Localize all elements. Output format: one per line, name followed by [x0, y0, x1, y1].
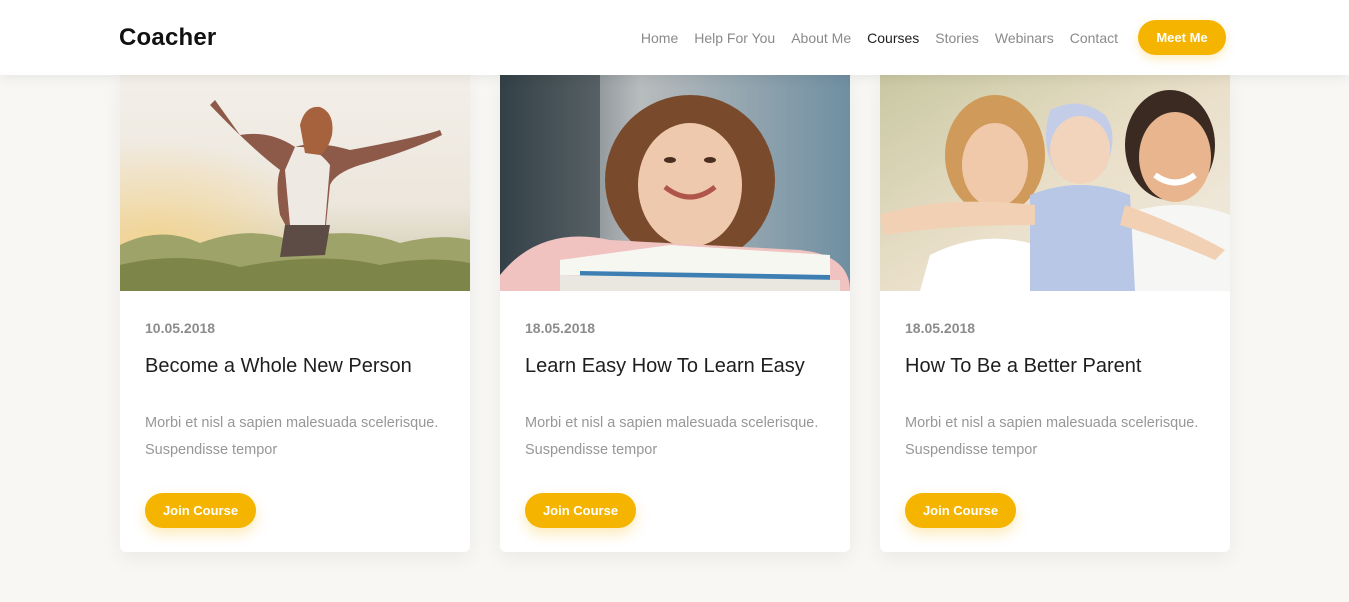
- card-date: 10.05.2018: [145, 320, 216, 336]
- nav-webinars[interactable]: Webinars: [995, 30, 1054, 46]
- meet-me-button[interactable]: Meet Me: [1138, 20, 1226, 55]
- card-title[interactable]: Become a Whole New Person: [145, 353, 445, 379]
- course-card: 18.05.2018 How To Be a Better Parent Mor…: [880, 75, 1230, 552]
- course-image-family[interactable]: [880, 75, 1230, 291]
- logo[interactable]: Coacher: [119, 24, 216, 52]
- course-cards: 10.05.2018 Become a Whole New Person Mor…: [120, 75, 1230, 552]
- card-text: Morbi et nisl a sapien malesuada sceleri…: [145, 415, 439, 458]
- course-image-woman-field[interactable]: [120, 75, 470, 291]
- main-nav: Home Help For You About Me Courses Stori…: [641, 20, 1226, 55]
- card-date: 18.05.2018: [525, 320, 596, 336]
- card-text: Morbi et nisl a sapien malesuada sceleri…: [905, 415, 1199, 458]
- nav-help-for-you[interactable]: Help For You: [694, 30, 775, 46]
- card-date: 18.05.2018: [905, 320, 976, 336]
- nav-courses[interactable]: Courses: [867, 30, 919, 46]
- course-card: 10.05.2018 Become a Whole New Person Mor…: [120, 75, 470, 552]
- nav-home[interactable]: Home: [641, 30, 678, 46]
- card-title[interactable]: Learn Easy How To Learn Easy: [525, 353, 825, 379]
- nav-about-me[interactable]: About Me: [791, 30, 851, 46]
- join-course-button[interactable]: Join Course: [905, 493, 1016, 528]
- join-course-button[interactable]: Join Course: [525, 493, 636, 528]
- course-card: 18.05.2018 Learn Easy How To Learn Easy …: [500, 75, 850, 552]
- site-header: Coacher Home Help For You About Me Cours…: [0, 0, 1349, 75]
- nav-stories[interactable]: Stories: [935, 30, 979, 46]
- card-title[interactable]: How To Be a Better Parent: [905, 353, 1205, 379]
- card-text: Morbi et nisl a sapien malesuada sceleri…: [525, 415, 819, 458]
- join-course-button[interactable]: Join Course: [145, 493, 256, 528]
- nav-contact[interactable]: Contact: [1070, 30, 1118, 46]
- course-image-woman-books[interactable]: [500, 75, 850, 291]
